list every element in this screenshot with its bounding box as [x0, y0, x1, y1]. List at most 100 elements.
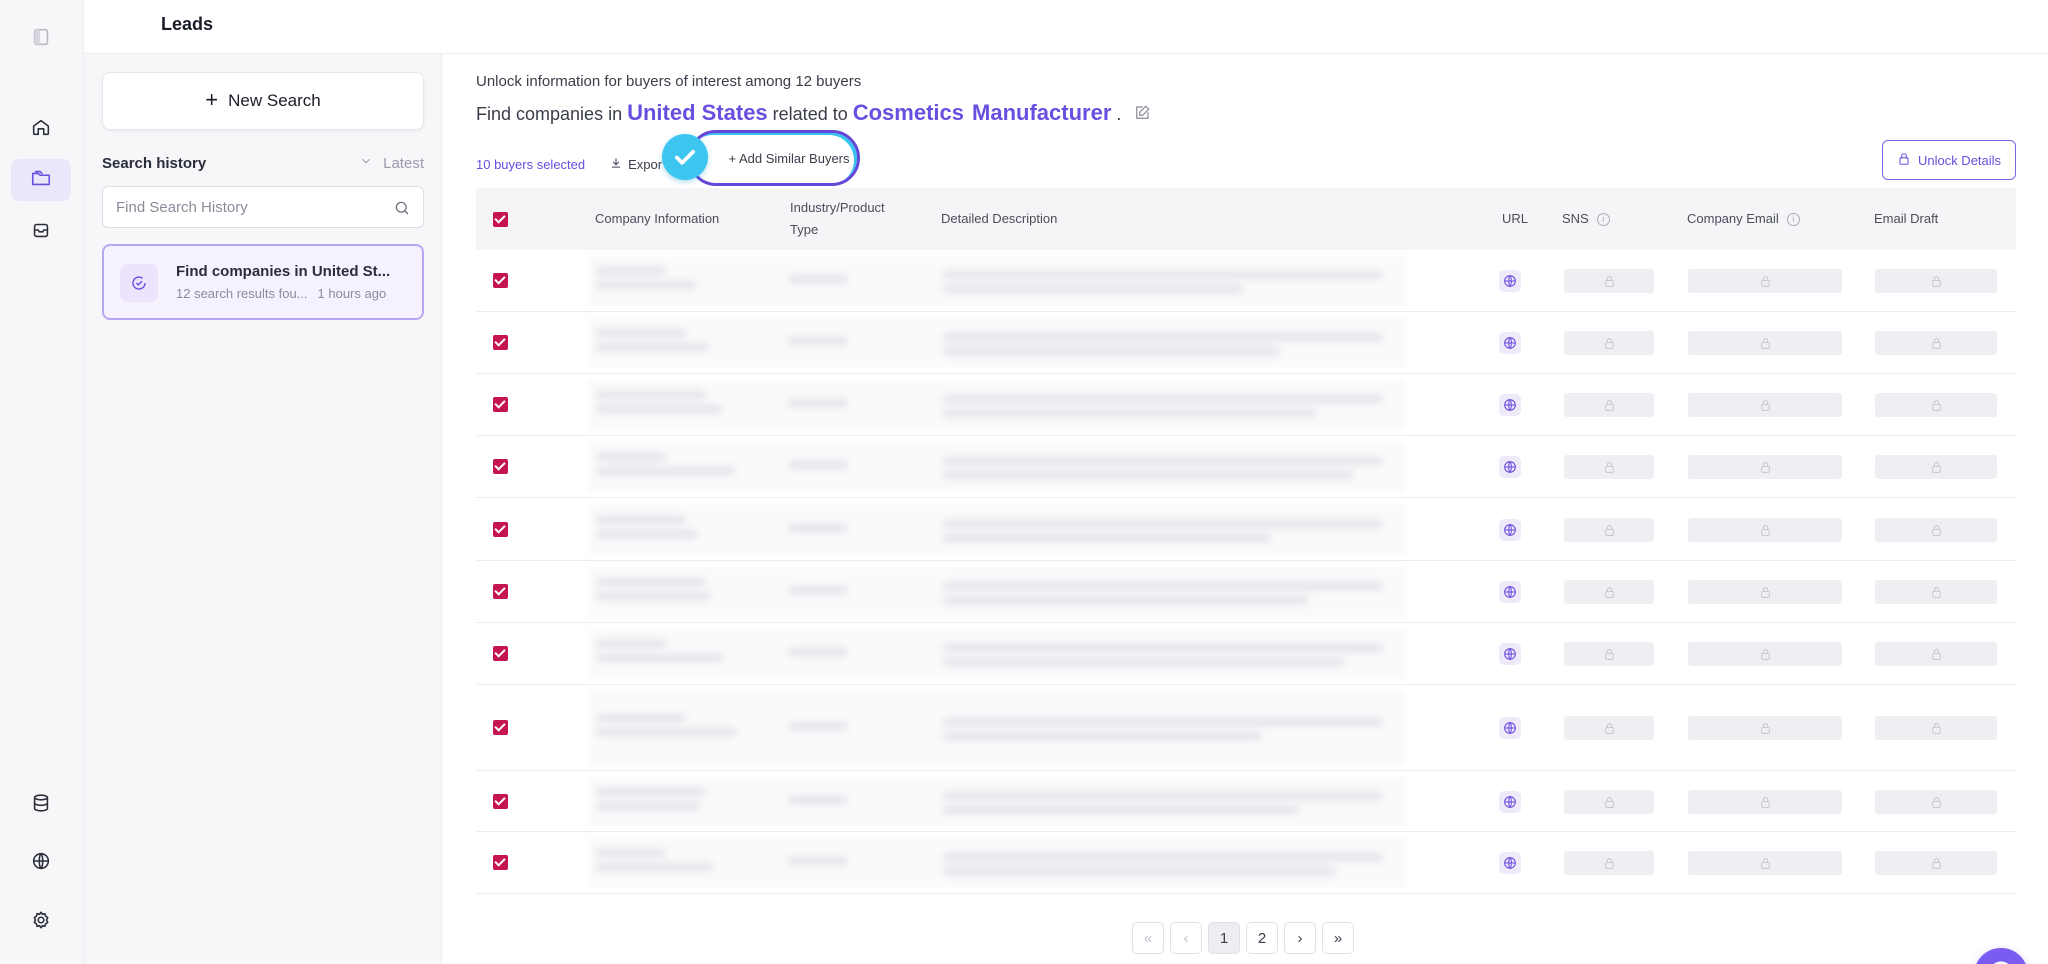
- row-checkbox[interactable]: [493, 584, 508, 599]
- table-toolbar: 10 buyers selected Expor: [476, 152, 662, 176]
- prev-page-button[interactable]: ‹: [1170, 922, 1202, 954]
- row-checkbox[interactable]: [493, 397, 508, 412]
- website-link[interactable]: [1499, 791, 1521, 813]
- edit-icon[interactable]: [1133, 104, 1151, 122]
- nav-settings-button[interactable]: [11, 901, 71, 943]
- unlock-details-button[interactable]: Unlock Details: [1882, 140, 2016, 180]
- email-locked-cell[interactable]: [1688, 851, 1842, 875]
- website-link[interactable]: [1499, 717, 1521, 739]
- nav-inbox-button[interactable]: [11, 211, 71, 253]
- email-locked-cell[interactable]: [1688, 269, 1842, 293]
- select-all-checkbox[interactable]: [493, 212, 508, 227]
- email-locked-cell[interactable]: [1688, 716, 1842, 740]
- email-locked-cell[interactable]: [1688, 580, 1842, 604]
- email-draft-locked-cell[interactable]: [1875, 851, 1997, 875]
- redacted-bar: [788, 337, 848, 345]
- main-content: Unlock information for buyers of interes…: [442, 54, 2048, 964]
- row-checkbox[interactable]: [493, 522, 508, 537]
- row-checkbox[interactable]: [493, 855, 508, 870]
- sns-locked-cell[interactable]: [1564, 269, 1654, 293]
- lock-icon: [1930, 648, 1943, 661]
- redacted-bar: [596, 640, 666, 648]
- new-search-button[interactable]: + New Search: [102, 72, 424, 130]
- redacted-bar: [943, 658, 1345, 666]
- website-link[interactable]: [1499, 519, 1521, 541]
- export-button[interactable]: Expor: [609, 156, 662, 173]
- website-link[interactable]: [1499, 332, 1521, 354]
- page-2-button[interactable]: 2: [1246, 922, 1278, 954]
- sidebar-toggle-button[interactable]: [11, 18, 71, 60]
- sns-locked-cell[interactable]: [1564, 851, 1654, 875]
- search-history-input[interactable]: [103, 187, 373, 227]
- lock-icon: [1759, 586, 1772, 599]
- sns-locked-cell[interactable]: [1564, 518, 1654, 542]
- chat-button[interactable]: [1974, 948, 2028, 964]
- redacted-bar: [596, 391, 706, 399]
- redacted-content: [588, 380, 1406, 430]
- info-icon[interactable]: i: [1786, 212, 1800, 226]
- download-icon: [609, 156, 623, 173]
- add-similar-buyers-button[interactable]: + Add Similar Buyers: [688, 130, 860, 186]
- website-link[interactable]: [1499, 270, 1521, 292]
- row-checkbox[interactable]: [493, 720, 508, 735]
- email-locked-cell[interactable]: [1688, 790, 1842, 814]
- sns-locked-cell[interactable]: [1564, 716, 1654, 740]
- sns-locked-cell[interactable]: [1564, 790, 1654, 814]
- sns-locked-cell[interactable]: [1564, 455, 1654, 479]
- email-locked-cell[interactable]: [1688, 642, 1842, 666]
- sns-locked-cell[interactable]: [1564, 393, 1654, 417]
- next-page-button[interactable]: ›: [1284, 922, 1316, 954]
- lock-icon: [1603, 524, 1616, 537]
- email-locked-cell[interactable]: [1688, 455, 1842, 479]
- email-draft-locked-cell[interactable]: [1875, 580, 1997, 604]
- website-link[interactable]: [1499, 394, 1521, 416]
- search-icon[interactable]: [393, 199, 411, 217]
- row-checkbox[interactable]: [493, 794, 508, 809]
- email-locked-cell[interactable]: [1688, 393, 1842, 417]
- row-checkbox[interactable]: [493, 335, 508, 350]
- website-link[interactable]: [1499, 852, 1521, 874]
- row-checkbox[interactable]: [493, 273, 508, 288]
- nav-home-button[interactable]: [11, 108, 71, 150]
- email-draft-locked-cell[interactable]: [1875, 455, 1997, 479]
- redacted-bar: [596, 654, 724, 662]
- sort-dropdown[interactable]: Latest: [359, 154, 424, 172]
- email-locked-cell[interactable]: [1688, 518, 1842, 542]
- nav-leads-button[interactable]: [11, 159, 71, 201]
- email-draft-locked-cell[interactable]: [1875, 642, 1997, 666]
- sns-locked-cell[interactable]: [1564, 580, 1654, 604]
- email-draft-locked-cell[interactable]: [1875, 790, 1997, 814]
- email-draft-locked-cell[interactable]: [1875, 331, 1997, 355]
- email-draft-locked-cell[interactable]: [1875, 393, 1997, 417]
- page-1-button[interactable]: 1: [1208, 922, 1240, 954]
- lock-icon: [1759, 461, 1772, 474]
- search-history-item[interactable]: Find companies in United St... 12 search…: [102, 244, 424, 320]
- sns-locked-cell[interactable]: [1564, 642, 1654, 666]
- nav-database-button[interactable]: [11, 784, 71, 826]
- col-industry-line1: Industry/Product: [790, 200, 885, 215]
- redacted-bar: [943, 471, 1354, 479]
- lock-icon: [1759, 857, 1772, 870]
- last-page-button[interactable]: »: [1322, 922, 1354, 954]
- website-link[interactable]: [1499, 581, 1521, 603]
- table-row: [476, 561, 2016, 623]
- col-detailed-description: Detailed Description: [941, 211, 1058, 226]
- email-draft-locked-cell[interactable]: [1875, 716, 1997, 740]
- website-link[interactable]: [1499, 456, 1521, 478]
- sns-locked-cell[interactable]: [1564, 331, 1654, 355]
- email-draft-locked-cell[interactable]: [1875, 269, 1997, 293]
- info-icon[interactable]: i: [1596, 212, 1610, 226]
- row-checkbox[interactable]: [493, 459, 508, 474]
- search-history-header: Search history Latest: [102, 150, 424, 176]
- website-link[interactable]: [1499, 643, 1521, 665]
- email-locked-cell[interactable]: [1688, 331, 1842, 355]
- nav-language-button[interactable]: [11, 842, 71, 884]
- lock-icon: [1759, 337, 1772, 350]
- first-page-button[interactable]: «: [1132, 922, 1164, 954]
- buyers-table: Company Information Industry/Product Typ…: [476, 188, 2016, 894]
- redacted-bar: [943, 395, 1383, 403]
- email-draft-locked-cell[interactable]: [1875, 518, 1997, 542]
- globe-icon: [1502, 273, 1518, 289]
- row-checkbox[interactable]: [493, 646, 508, 661]
- redacted-content: [588, 442, 1406, 492]
